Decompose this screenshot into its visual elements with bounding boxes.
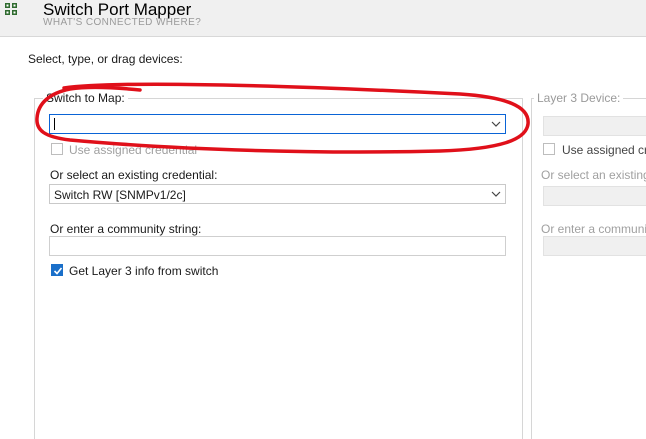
layer3-use-assigned-credential-label: Use assigned crec: [562, 143, 646, 157]
layer3-device-combobox[interactable]: [543, 116, 646, 136]
layer3-existing-credential-select[interactable]: [543, 186, 646, 206]
layer3-community-string-input[interactable]: [543, 236, 646, 256]
existing-credential-label: Or select an existing credential:: [50, 168, 218, 182]
community-string-input[interactable]: [49, 236, 506, 256]
text-caret: [54, 118, 55, 130]
use-assigned-credential-checkbox[interactable]: [51, 143, 63, 155]
chevron-down-icon[interactable]: [491, 190, 501, 198]
chevron-down-icon[interactable]: [491, 120, 501, 128]
existing-credential-value: Switch RW [SNMPv1/2c]: [54, 188, 186, 202]
app-subtitle: WHAT'S CONNECTED WHERE?: [43, 17, 202, 28]
instruction-text: Select, type, or drag devices:: [28, 52, 183, 66]
switch-to-map-combobox[interactable]: [49, 114, 506, 134]
grid-icon: [5, 3, 17, 15]
layer3-use-assigned-credential-checkbox[interactable]: [543, 143, 555, 155]
get-layer3-info-checkbox[interactable]: [51, 264, 63, 276]
app-header: Switch Port Mapper WHAT'S CONNECTED WHER…: [0, 0, 646, 37]
existing-credential-select[interactable]: Switch RW [SNMPv1/2c]: [49, 184, 506, 204]
switch-to-map-label: Switch to Map:: [43, 91, 128, 105]
checkmark-icon: [53, 267, 63, 275]
layer3-community-string-label: Or enter a community s: [541, 222, 646, 236]
get-layer3-info-label: Get Layer 3 info from switch: [69, 264, 219, 278]
layer3-existing-credential-label: Or select an existing c: [541, 168, 646, 182]
use-assigned-credential-label: Use assigned credential: [69, 143, 198, 157]
community-string-label: Or enter a community string:: [50, 222, 202, 236]
layer3-device-label: Layer 3 Device:: [534, 91, 624, 105]
